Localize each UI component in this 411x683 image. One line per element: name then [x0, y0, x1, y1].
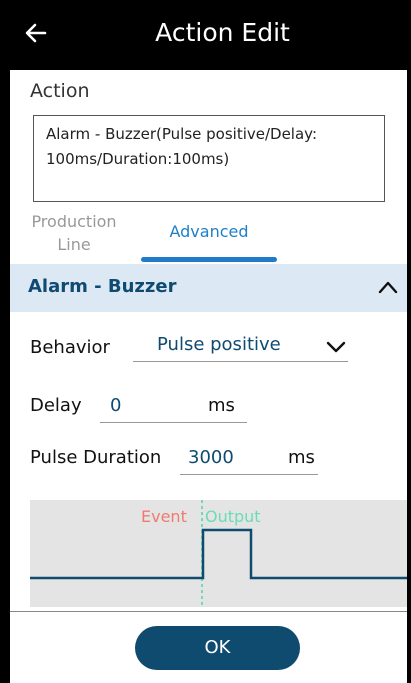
tab-advanced-label: Advanced	[169, 222, 249, 241]
pulse-duration-input-value: 3000	[188, 447, 234, 468]
chevron-up-icon	[378, 281, 398, 294]
delay-unit: ms	[208, 395, 235, 416]
tab-production-line[interactable]: Production Line	[26, 210, 122, 256]
panel-title: Alarm - Buzzer	[28, 276, 177, 297]
behavior-select-value: Pulse positive	[157, 334, 281, 355]
action-description-box: Alarm - Buzzer(Pulse positive/Delay: 100…	[33, 115, 385, 202]
panel-header[interactable]: Alarm - Buzzer	[10, 264, 407, 312]
ok-button[interactable]: OK	[135, 626, 300, 670]
app-header: Action Edit	[10, 0, 407, 70]
chevron-down-icon	[326, 341, 346, 353]
page-title: Action Edit	[155, 18, 290, 47]
screen: Action Edit Action Alarm - Buzzer(Pulse …	[0, 0, 411, 683]
pulse-timing-diagram: Event Output	[30, 500, 407, 607]
tab-production-line-label: Production Line	[31, 212, 117, 254]
tab-selected-indicator	[141, 257, 277, 262]
tab-advanced[interactable]: Advanced	[164, 222, 254, 241]
window-edge-right	[407, 0, 411, 683]
window-edge-left	[0, 0, 10, 683]
output-pulse-line	[30, 528, 407, 580]
behavior-select[interactable]: Pulse positive	[133, 332, 348, 362]
event-label: Event	[141, 507, 187, 526]
pulse-duration-label: Pulse Duration	[30, 447, 162, 468]
pulse-duration-unit: ms	[288, 447, 315, 468]
content-area: Action Alarm - Buzzer(Pulse positive/Del…	[10, 70, 407, 611]
action-section-label: Action	[30, 80, 90, 102]
alarm-buzzer-panel: Alarm - Buzzer Behavior Pulse positive D…	[10, 264, 407, 611]
delay-label: Delay	[30, 395, 82, 416]
footer-divider	[10, 611, 407, 612]
delay-input-value: 0	[110, 395, 122, 416]
behavior-label: Behavior	[30, 337, 110, 358]
tab-bar: Production Line Advanced	[10, 208, 407, 264]
output-label: Output	[205, 507, 261, 526]
